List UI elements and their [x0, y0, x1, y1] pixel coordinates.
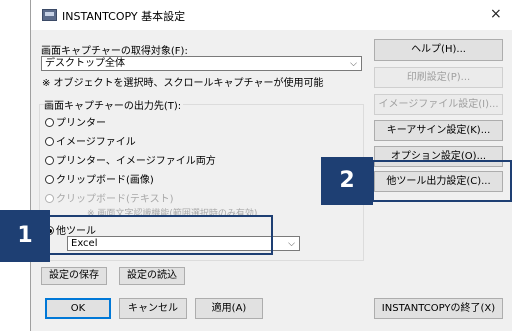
radio-circle — [45, 137, 54, 146]
capture-target-select[interactable]: デスクトップ全体 ⌵ — [41, 56, 362, 71]
callout-2-highlight — [372, 160, 512, 202]
radio-circle — [45, 118, 54, 127]
callout-2-badge: 2 — [321, 157, 373, 205]
radio-printer-and-image[interactable]: プリンター、イメージファイル両方 — [45, 152, 216, 167]
radio-clipboard-text: クリップボード(テキスト) — [45, 190, 174, 205]
callout-1-badge: 1 — [0, 210, 50, 262]
close-icon[interactable]: × — [490, 6, 502, 22]
exit-instantcopy-button[interactable]: INSTANTCOPYの終了(X) — [374, 298, 503, 319]
cancel-button[interactable]: キャンセル — [119, 298, 187, 319]
capture-target-value: デスクトップ全体 — [45, 58, 125, 69]
radio-circle — [45, 156, 54, 165]
save-settings-button[interactable]: 設定の保存 — [41, 267, 107, 285]
ok-button[interactable]: OK — [45, 298, 111, 319]
app-window-icon — [42, 9, 57, 21]
help-button[interactable]: ヘルプ(H)... — [374, 39, 503, 61]
window-title: INSTANTCOPY 基本設定 — [62, 10, 186, 23]
radio-printer[interactable]: プリンター — [45, 114, 106, 129]
apply-button[interactable]: 適用(A) — [195, 298, 263, 319]
radio-circle — [45, 175, 54, 184]
load-settings-button[interactable]: 設定の読込 — [119, 267, 185, 285]
output-group-label: 画面キャプチャーの出力先(T): — [44, 97, 184, 112]
callout-1-highlight — [46, 215, 273, 255]
radio-clipboard-image[interactable]: クリップボード(画像) — [45, 171, 154, 186]
print-settings-button[interactable]: 印刷設定(P)... — [374, 67, 503, 88]
chevron-down-icon: ⌵ — [350, 59, 357, 69]
image-file-settings-button[interactable]: イメージファイル設定(I)... — [374, 94, 503, 115]
capture-target-label: 画面キャプチャーの取得対象(F): — [41, 46, 188, 57]
chevron-down-icon: ⌵ — [288, 239, 295, 249]
key-assign-settings-button[interactable]: キーアサイン設定(K)... — [374, 120, 503, 141]
radio-image-file[interactable]: イメージファイル — [45, 133, 136, 148]
radio-circle — [45, 194, 54, 203]
title-bar: INSTANTCOPY 基本設定 × — [31, 0, 512, 30]
capture-target-note: ※ オブジェクトを選択時、スクロールキャプチャーが使用可能 — [42, 78, 324, 89]
